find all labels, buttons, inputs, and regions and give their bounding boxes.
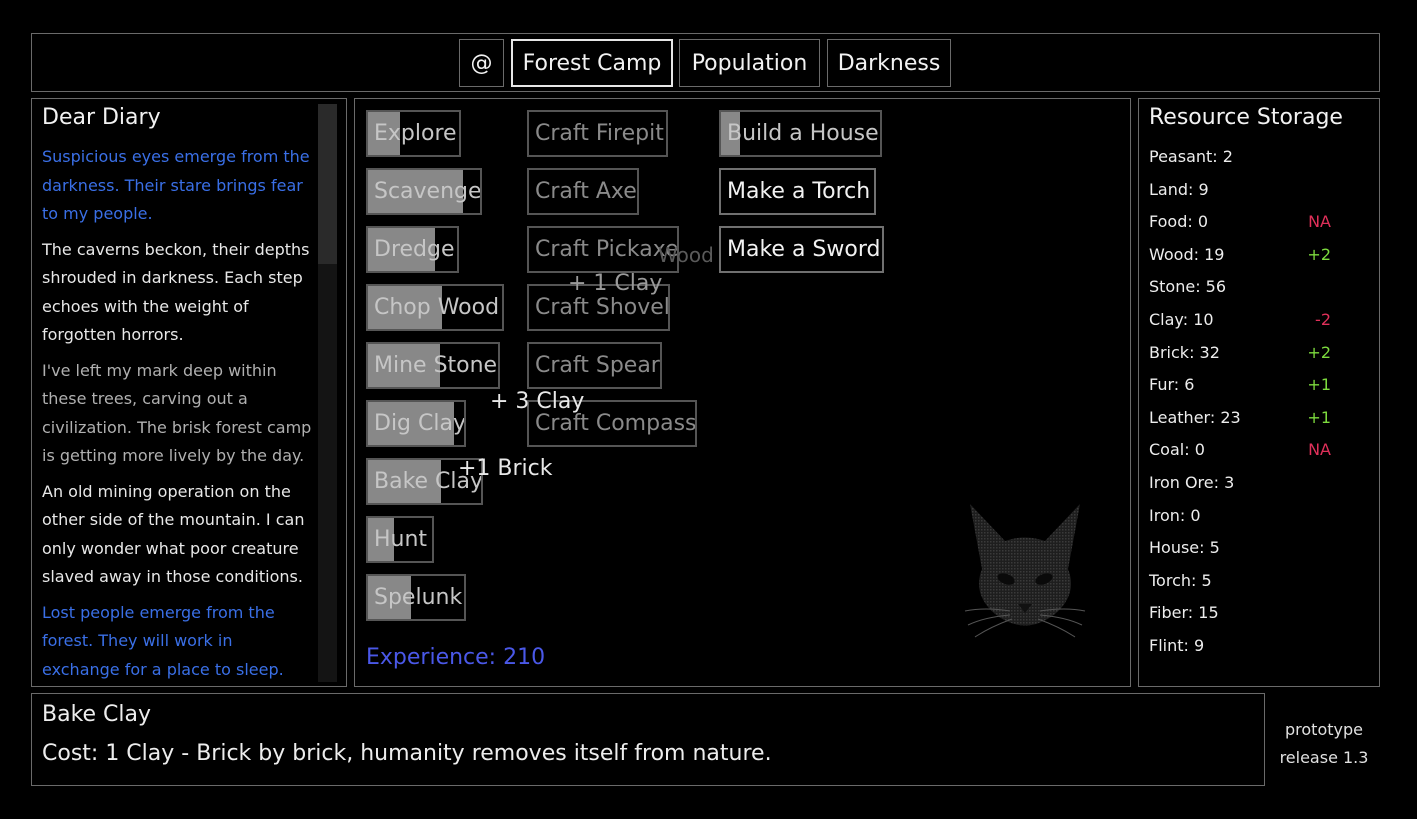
resource-name: Fiber: 15 <box>1149 603 1219 623</box>
button-label: Explore <box>374 121 457 146</box>
action-info-panel: Bake Clay Cost: 1 Clay - Brick by brick,… <box>31 693 1265 786</box>
craft-firepit-button[interactable]: Craft Firepit <box>527 110 668 157</box>
button-label: Make a Torch <box>727 179 871 204</box>
mine-stone-button[interactable]: Mine Stone <box>366 342 500 389</box>
resource-row: Iron: 0 <box>1149 500 1369 533</box>
version-line: prototype <box>1285 720 1363 739</box>
button-label: Craft Firepit <box>535 121 664 146</box>
button-label: Craft Shovel <box>535 295 670 320</box>
resource-row: Food: 0 NA <box>1149 206 1369 239</box>
diary-panel: Dear Diary Suspicious eyes emerge from t… <box>31 98 347 687</box>
build-house-button[interactable]: Build a House <box>719 110 882 157</box>
dredge-button[interactable]: Dredge <box>366 226 459 273</box>
diary-scrollbar[interactable] <box>318 104 337 682</box>
resource-row: House: 5 <box>1149 532 1369 565</box>
tab-population[interactable]: Population <box>679 39 820 87</box>
button-label: Mine Stone <box>374 353 498 378</box>
button-label: Dredge <box>374 237 455 262</box>
cat-icon <box>964 504 1086 638</box>
button-label: Craft Spear <box>535 353 660 378</box>
resource-row: Stone: 56 <box>1149 271 1369 304</box>
button-label: Build a House <box>727 121 879 146</box>
experience-counter: Experience: 210 <box>366 645 546 670</box>
floating-gain-text: +1 Brick <box>458 456 553 481</box>
top-nav-bar: @ Forest Camp Population Darkness <box>31 33 1380 92</box>
craft-pickaxe-button[interactable]: Craft Pickaxe <box>527 226 679 273</box>
make-sword-button[interactable]: Make a Sword <box>719 226 884 273</box>
craft-spear-button[interactable]: Craft Spear <box>527 342 662 389</box>
spelunk-button[interactable]: Spelunk <box>366 574 466 621</box>
resource-name: Torch: 5 <box>1149 570 1212 590</box>
button-label: Craft Axe <box>535 179 637 204</box>
diary-entry: Lost people emerge from the forest. They… <box>42 602 284 679</box>
button-label: Chop Wood <box>374 295 500 320</box>
diary-entries: Suspicious eyes emerge from the darkness… <box>42 143 312 686</box>
resource-row: Fur: 6 +1 <box>1149 369 1369 402</box>
tab-home[interactable]: @ <box>459 39 504 87</box>
resource-row: Torch: 5 <box>1149 565 1369 598</box>
chop-wood-button[interactable]: Chop Wood <box>366 284 504 331</box>
button-label: Craft Compass <box>535 411 697 436</box>
resource-name: Iron: 0 <box>1149 505 1201 525</box>
diary-title: Dear Diary <box>42 105 161 130</box>
resource-rate: +2 <box>1307 244 1331 264</box>
button-label: Scavenge <box>374 179 482 204</box>
resource-storage-panel: Resource Storage Peasant: 2 Land: 9 Food: … <box>1138 98 1380 687</box>
button-label: Dig Clay <box>374 411 466 436</box>
resource-row: Peasant: 2 <box>1149 141 1369 174</box>
resource-row: Leather: 23 +1 <box>1149 402 1369 435</box>
version-line: release 1.3 <box>1279 748 1369 767</box>
info-description: Cost: 1 Clay - Brick by brick, humanity … <box>42 741 772 766</box>
resource-list: Peasant: 2 Land: 9 Food: 0 NA Wood: 19 +2 Ston… <box>1149 141 1369 663</box>
version-label: prototype release 1.3 <box>1274 716 1374 772</box>
resource-name: Peasant: 2 <box>1149 147 1233 166</box>
resource-storage-title: Resource Storage <box>1149 105 1343 130</box>
resource-row: Wood: 19 +2 <box>1149 239 1369 272</box>
resource-rate: +2 <box>1307 342 1331 362</box>
make-torch-button[interactable]: Make a Torch <box>719 168 876 215</box>
button-label: Make a Sword <box>727 237 881 262</box>
scavenge-button[interactable]: Scavenge <box>366 168 482 215</box>
resource-rate: -2 <box>1315 309 1331 329</box>
dig-clay-button[interactable]: Dig Clay <box>366 400 466 447</box>
hunt-button[interactable]: Hunt <box>366 516 434 563</box>
craft-axe-button[interactable]: Craft Axe <box>527 168 639 215</box>
diary-entry: Suspicious eyes emerge from the darkness… <box>42 147 310 223</box>
resource-rate: NA <box>1308 212 1331 232</box>
resource-rate: +1 <box>1307 375 1331 395</box>
actions-panel: Explore Scavenge Dredge Chop Wood Mine S… <box>354 98 1131 687</box>
floating-gain-text: Wood <box>658 243 714 267</box>
resource-row: Fiber: 15 <box>1149 597 1369 630</box>
button-label: Spelunk <box>374 585 463 610</box>
resource-rate: NA <box>1308 440 1331 460</box>
floating-gain-text: + 3 Clay <box>490 389 585 414</box>
diary-entry: I've left my mark deep within these tree… <box>42 360 312 466</box>
info-title: Bake Clay <box>42 702 152 727</box>
explore-button[interactable]: Explore <box>366 110 461 157</box>
diary-scroll-thumb[interactable] <box>318 104 337 264</box>
floating-gain-text: + 1 Clay <box>568 271 663 296</box>
resource-row: Iron Ore: 3 <box>1149 467 1369 500</box>
resource-name: House: 5 <box>1149 538 1220 558</box>
resource-row: Land: 9 <box>1149 174 1369 207</box>
diary-entry: An old mining operation on the other sid… <box>42 481 305 587</box>
resource-name: Stone: 56 <box>1149 277 1227 297</box>
resource-row: Brick: 32 +2 <box>1149 337 1369 370</box>
tab-forest-camp[interactable]: Forest Camp <box>511 39 673 87</box>
diary-entry: The caverns beckon, their depths shroude… <box>42 239 310 345</box>
resource-name: Iron Ore: 3 <box>1149 472 1235 492</box>
resource-row: Flint: 9 <box>1149 630 1369 663</box>
resource-name: Flint: 9 <box>1149 635 1205 655</box>
resource-row: Coal: 0 NA <box>1149 434 1369 467</box>
button-label: Hunt <box>374 527 428 552</box>
resource-rate: +1 <box>1307 407 1331 427</box>
resource-name: Land: 9 <box>1149 179 1209 199</box>
resource-row: Clay: 10 -2 <box>1149 304 1369 337</box>
tab-darkness[interactable]: Darkness <box>827 39 951 87</box>
